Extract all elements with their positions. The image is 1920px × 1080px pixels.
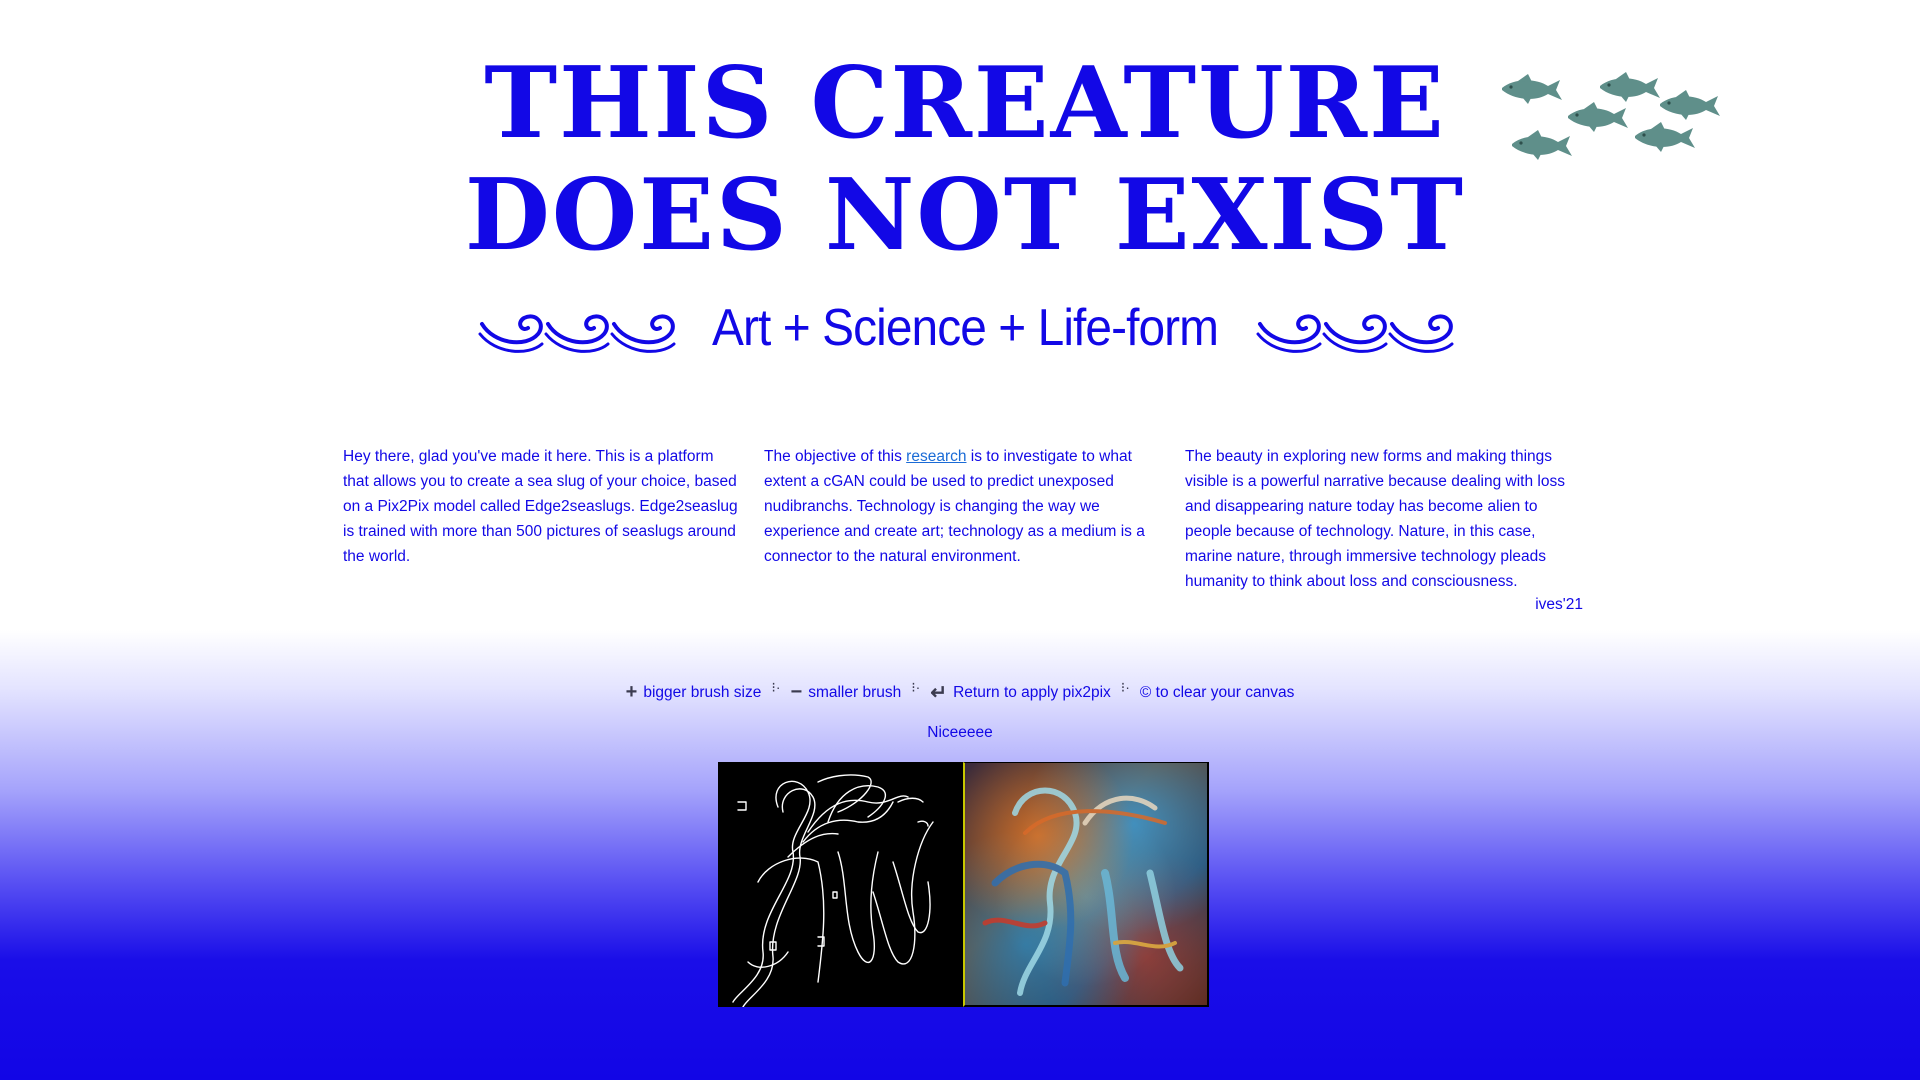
minus-icon: − — [790, 681, 803, 703]
objective-text-start: The objective of this — [764, 447, 907, 465]
intro-paragraph-objective: The objective of this research is to inv… — [764, 444, 1164, 569]
bigger-brush-label: bigger brush size — [643, 683, 762, 701]
brush-instructions: + bigger brush size ⁝· − smaller brush ⁝… — [0, 679, 1920, 705]
research-link[interactable]: research — [906, 448, 966, 465]
separator-icon: ⁝· — [911, 679, 921, 695]
wave-swirl-icon — [1256, 314, 1454, 353]
apply-pix2pix-label: Return to apply pix2pix — [953, 683, 1111, 701]
return-icon: ↵ — [930, 682, 948, 704]
status-message: Niceeeee — [927, 724, 993, 741]
author-signature: ives'21 — [1535, 596, 1583, 613]
subtitle: Art + Science + Life-form — [711, 299, 1219, 357]
wave-swirl-icon — [478, 314, 676, 353]
smaller-brush-label: smaller brush — [808, 683, 902, 701]
drawing-canvas[interactable] — [718, 762, 963, 1007]
plus-icon: + — [625, 681, 638, 703]
separator-icon: ⁝· — [771, 679, 781, 695]
separator-icon: ⁝· — [1120, 679, 1130, 695]
intro-paragraph-platform: Hey there, glad you've made it here. Thi… — [343, 447, 738, 565]
title-line-2: DOES NOT EXIST — [464, 158, 1466, 273]
intro-paragraph-beauty: The beauty in exploring new forms and ma… — [1185, 447, 1565, 590]
title-line-1: THIS CREATURE — [484, 46, 1446, 161]
clear-canvas-label: © to clear your canvas — [1139, 683, 1295, 701]
canvas-pair — [718, 762, 1209, 1007]
objective-text-end: is to investigate to what extent a cGAN … — [764, 447, 1145, 565]
pix2pix-output-canvas — [963, 762, 1209, 1007]
fish-school-icon — [1502, 72, 1720, 160]
subtitle-row: Art + Science + Life-form — [360, 292, 1570, 364]
page-title: THIS CREATURE DOES NOT EXIST — [360, 48, 1570, 272]
